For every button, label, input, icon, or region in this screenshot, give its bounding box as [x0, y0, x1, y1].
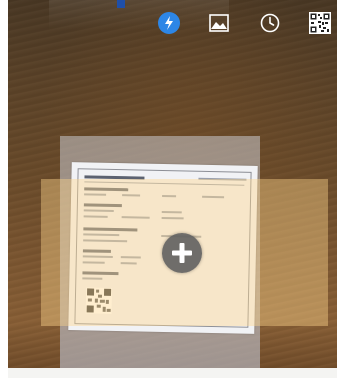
- status-indicator: [117, 0, 125, 8]
- add-page-button[interactable]: [162, 233, 202, 273]
- document-scanner-screen: [0, 0, 337, 378]
- history-button[interactable]: [257, 10, 283, 36]
- clock-history-icon: [260, 13, 280, 33]
- flash-button[interactable]: [156, 10, 182, 36]
- flash-auto-icon: [158, 12, 180, 34]
- bottom-bar: [8, 368, 337, 378]
- qr-scan-button[interactable]: [307, 10, 333, 36]
- light-glare: [49, 0, 229, 30]
- gallery-button[interactable]: [206, 10, 232, 36]
- plus-icon: [172, 243, 192, 263]
- left-edge: [0, 0, 8, 378]
- qr-code-icon: [309, 12, 331, 34]
- image-gallery-icon: [209, 14, 229, 32]
